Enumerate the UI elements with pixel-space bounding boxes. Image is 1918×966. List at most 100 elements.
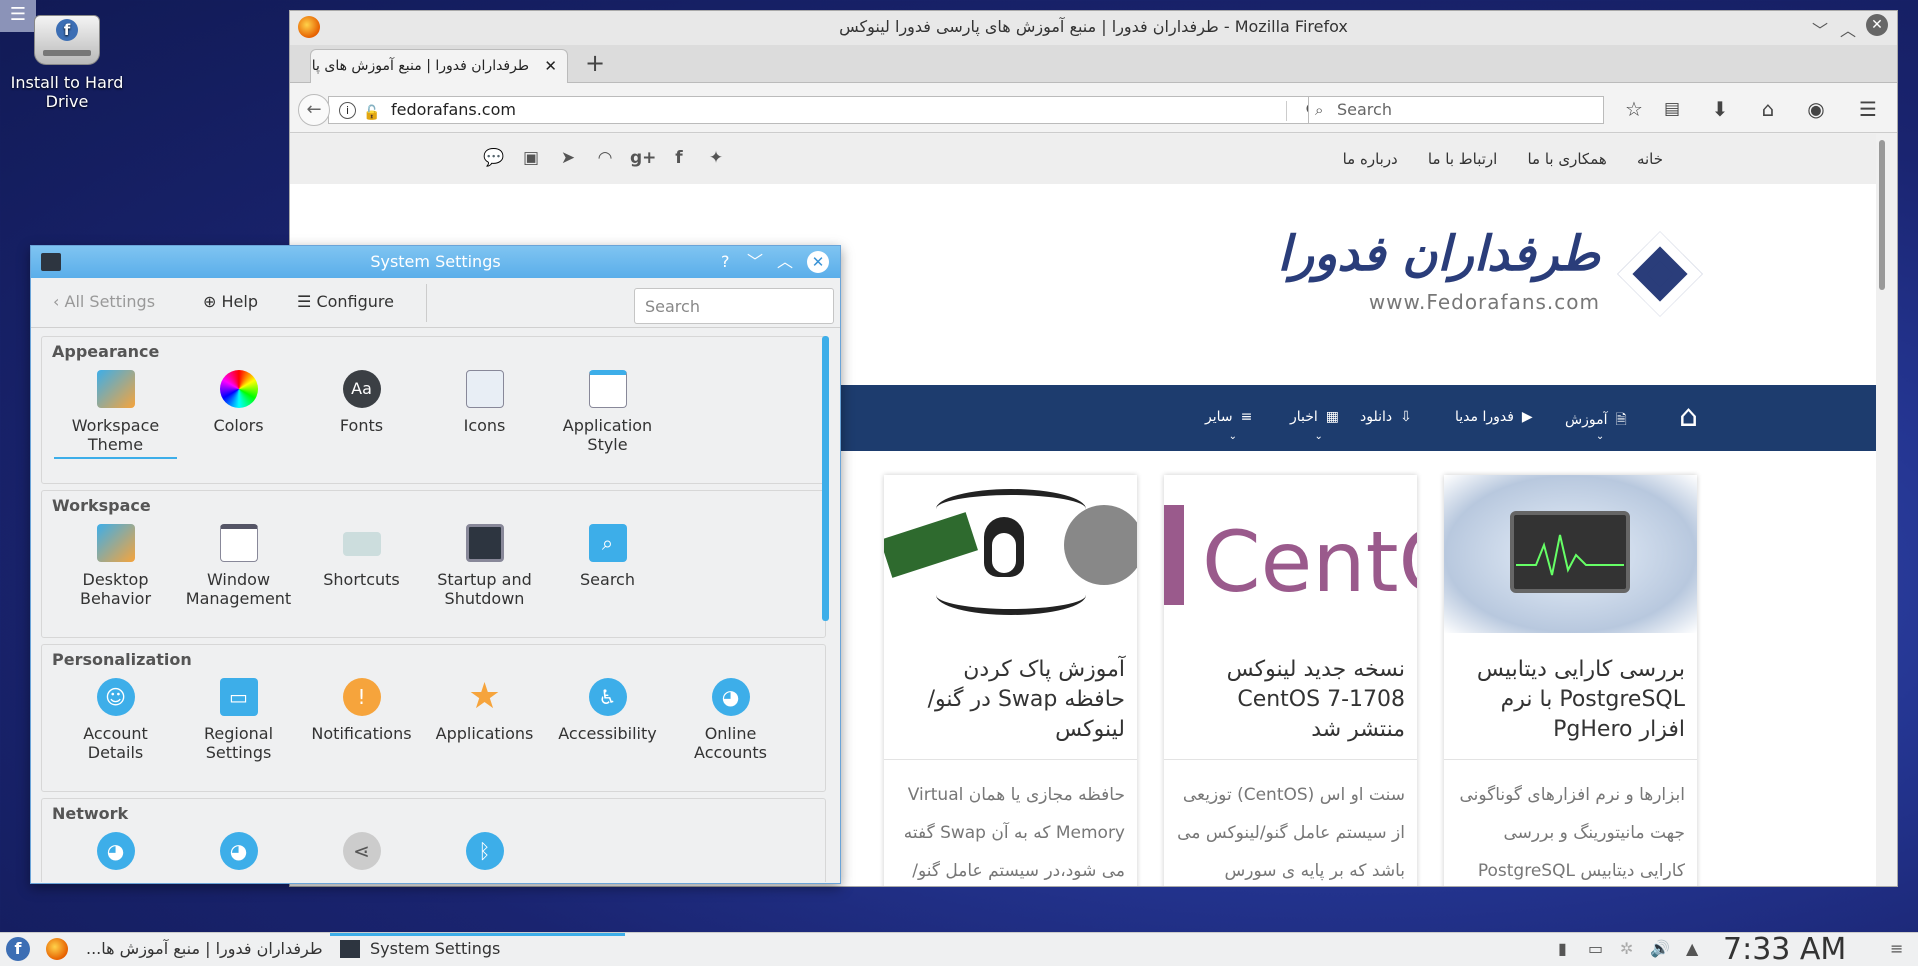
- firefox-task-icon[interactable]: [46, 938, 68, 960]
- item-network-connections[interactable]: ◕: [54, 827, 177, 882]
- rss-box-icon[interactable]: ▣: [519, 148, 543, 168]
- post-card[interactable]: بررسی کارایی دیتابیس PostgreSQL با نرم ا…: [1444, 475, 1697, 886]
- item-online-accounts[interactable]: ◕ Online Accounts: [669, 673, 792, 791]
- post-card[interactable]: CentOS نسخه جدید لینوکس CentOS 7-1708 من…: [1164, 475, 1417, 886]
- post-title[interactable]: آموزش پاک کردن حافظه Swap در گنو/لینوکس: [884, 655, 1137, 759]
- google-plus-icon[interactable]: g+: [630, 148, 656, 168]
- menu-tutorial[interactable]: 🗎آموزش ⌄: [1565, 409, 1627, 442]
- item-application-style[interactable]: Application Style: [546, 365, 669, 483]
- item-startup-shutdown[interactable]: Startup and Shutdown: [423, 519, 546, 637]
- link-cooperate[interactable]: همکاری با ما: [1527, 134, 1606, 184]
- post-card[interactable]: آموزش پاک کردن حافظه Swap در گنو/لینوکس …: [884, 475, 1137, 886]
- panel-menu-icon[interactable]: ≡: [1890, 939, 1903, 958]
- info-icon[interactable]: i: [339, 102, 356, 119]
- tab-fedorafans[interactable]: ✕ طرفداران فدورا | منبع آموزش های پارسی …: [310, 49, 568, 83]
- reading-list-icon[interactable]: ▤: [1658, 95, 1686, 123]
- globe-icon: ◕: [219, 832, 258, 870]
- lifebuoy-icon: ⊕: [203, 292, 217, 311]
- item-shortcuts[interactable]: Shortcuts: [300, 519, 423, 637]
- item-colors[interactable]: Colors: [177, 365, 300, 483]
- tray-expand-icon[interactable]: ▲: [1686, 939, 1698, 958]
- back-button[interactable]: ←: [298, 94, 330, 126]
- fedorafans-logo-icon: [1617, 231, 1703, 317]
- twitter-icon[interactable]: ✦: [704, 148, 728, 168]
- new-tab-icon[interactable]: +: [585, 49, 605, 77]
- link-contact[interactable]: ارتباط با ما: [1428, 134, 1497, 184]
- bluetooth-icon: ᛒ: [465, 832, 504, 870]
- item-bluetooth[interactable]: ᛒ: [423, 827, 546, 882]
- fedora-launcher-icon[interactable]: f: [6, 937, 30, 961]
- configure-button[interactable]: ☰ Configure: [297, 292, 394, 311]
- download-icon[interactable]: ⬇: [1706, 95, 1734, 123]
- share-icon: ⋖: [342, 832, 381, 870]
- install-hard-drive-icon[interactable]: f Install to Hard Drive: [6, 15, 128, 111]
- link-home[interactable]: خانه: [1637, 134, 1663, 184]
- help-question-icon[interactable]: ?: [721, 246, 730, 278]
- item-accessibility[interactable]: ♿ Accessibility: [546, 673, 669, 791]
- menu-download[interactable]: ⇩دانلود: [1360, 409, 1412, 425]
- insecure-lock-icon: 🔓: [363, 105, 381, 121]
- item-desktop-behavior[interactable]: Desktop Behavior: [54, 519, 177, 637]
- tab-bar: ✕ طرفداران فدورا | منبع آموزش های پارسی …: [290, 45, 1897, 83]
- telegram-icon[interactable]: ➤: [556, 148, 580, 168]
- page-scrollbar[interactable]: [1876, 134, 1888, 886]
- facebook-icon[interactable]: f: [667, 148, 691, 168]
- volume-icon[interactable]: 🔊: [1650, 939, 1670, 958]
- nav-bar: i 🔓 fedorafans.com ⟳ ← ⌕ Search ☆ ▤ ⬇ ⌂ …: [290, 83, 1897, 133]
- menu-icon[interactable]: ☰: [1854, 95, 1882, 123]
- network-icon[interactable]: ✲: [1620, 939, 1633, 958]
- post-title[interactable]: نسخه جدید لینوکس CentOS 7-1708 منتشر شد: [1164, 655, 1417, 759]
- settings-search-input[interactable]: Search: [634, 288, 834, 324]
- item-applications[interactable]: ★ Applications: [423, 673, 546, 791]
- maximize-icon[interactable]: ︿: [777, 246, 793, 278]
- item-window-management[interactable]: Window Management: [177, 519, 300, 637]
- site-home-icon[interactable]: ⌂: [1662, 401, 1698, 433]
- item-icons[interactable]: Icons: [423, 365, 546, 483]
- all-settings-button[interactable]: ‹ All Settings: [53, 292, 155, 311]
- clock[interactable]: 7:33 AM: [1723, 932, 1846, 966]
- post-excerpt: حافظه مجازی یا همان Virtual Memory که به…: [884, 759, 1137, 886]
- home-icon[interactable]: ⌂: [1754, 95, 1782, 123]
- close-icon[interactable]: ✕: [807, 251, 829, 273]
- item-sharing[interactable]: ⋖: [300, 827, 423, 882]
- settings-titlebar: System Settings ? ﹀ ︿ ✕: [31, 246, 840, 278]
- settings-task[interactable]: System Settings: [370, 939, 500, 958]
- help-button[interactable]: ⊕ Help: [203, 292, 258, 311]
- download-menu-icon: ⇩: [1400, 409, 1412, 425]
- item-workspace-theme[interactable]: Workspace Theme: [54, 365, 177, 483]
- menu-media[interactable]: ▶فدورا مدیا: [1455, 409, 1533, 425]
- settings-title: System Settings: [370, 252, 501, 271]
- close-icon[interactable]: ✕: [1866, 14, 1888, 36]
- swap-image: [884, 475, 1137, 633]
- site-top-links: خانه همکاری با ما ارتباط با ما درباره ما…: [290, 134, 1888, 184]
- settings-scrollbar[interactable]: [822, 336, 829, 621]
- notification-icon: !: [342, 678, 381, 716]
- minimize-icon[interactable]: ﹀: [747, 246, 763, 278]
- menu-other[interactable]: ≡سایر ⌄: [1205, 409, 1252, 442]
- bookmark-star-icon[interactable]: ☆: [1620, 95, 1648, 123]
- maximize-icon[interactable]: ︿: [1840, 15, 1856, 47]
- item-notifications[interactable]: ! Notifications: [300, 673, 423, 791]
- play-icon: ▶: [1521, 409, 1533, 425]
- item-account-details[interactable]: ☺ Account Details: [54, 673, 177, 791]
- item-search[interactable]: ⌕ Search: [546, 519, 669, 637]
- rss-icon[interactable]: ◠: [593, 148, 617, 168]
- tab-close-icon[interactable]: ✕: [544, 57, 557, 75]
- active-task-indicator: [330, 933, 625, 936]
- pocket-icon[interactable]: ◉: [1802, 95, 1830, 123]
- minimize-icon[interactable]: ﹀: [1812, 15, 1828, 47]
- url-bar[interactable]: i 🔓 fedorafans.com ⟳: [328, 96, 1328, 124]
- item-regional-settings[interactable]: ▭ Regional Settings: [177, 673, 300, 791]
- search-placeholder: Search: [1337, 100, 1392, 119]
- menu-news[interactable]: ▦اخبار ⌄: [1290, 409, 1339, 442]
- search-input[interactable]: ⌕ Search: [1308, 96, 1604, 124]
- device-notifier-icon[interactable]: ▭: [1588, 939, 1603, 958]
- link-about[interactable]: درباره ما: [1343, 134, 1398, 184]
- site-logo[interactable]: طرفداران فدورا www.Fedorafans.com: [1278, 226, 1703, 326]
- item-network-settings[interactable]: ◕: [177, 827, 300, 882]
- item-fonts[interactable]: Aa Fonts: [300, 365, 423, 483]
- chat-icon[interactable]: 💬: [482, 148, 506, 168]
- firefox-task[interactable]: طرفداران فدورا | منبع آموزش ها...: [86, 939, 323, 958]
- usb-icon[interactable]: ▮: [1558, 939, 1567, 958]
- post-title[interactable]: بررسی کارایی دیتابیس PostgreSQL با نرم ا…: [1444, 655, 1697, 759]
